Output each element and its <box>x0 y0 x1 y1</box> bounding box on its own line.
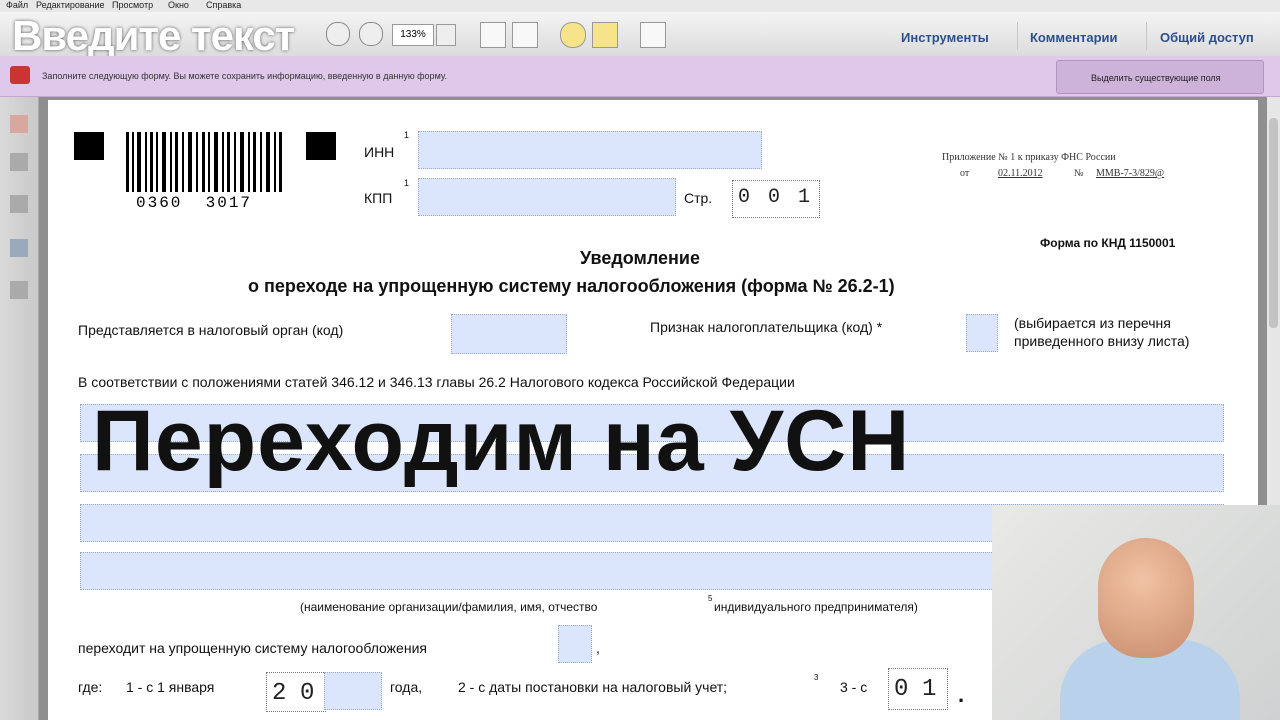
fit-width-icon[interactable] <box>512 22 538 48</box>
taxpayer-note: приведенного внизу листа) <box>1014 333 1190 349</box>
comment-icon[interactable] <box>560 22 586 48</box>
transition-field[interactable] <box>558 625 592 663</box>
comments-link[interactable]: Комментарии <box>1030 30 1118 45</box>
page-label: Стр. <box>684 190 713 206</box>
toolbar-separator <box>1017 22 1018 50</box>
marker-square <box>74 132 104 160</box>
layers-icon[interactable] <box>10 239 28 257</box>
option-2: 2 - с даты постановки на налоговый учет; <box>458 679 728 695</box>
menu-help[interactable]: Справка <box>206 0 241 10</box>
page-digit: 1 <box>798 186 811 209</box>
menu-file[interactable]: Файл <box>6 0 28 10</box>
org-name-caption: (наименование организации/фамилия, имя, … <box>300 600 598 614</box>
option-1: 1 - с 1 января <box>126 679 215 695</box>
fit-page-icon[interactable] <box>480 22 506 48</box>
highlight-icon[interactable] <box>592 22 618 48</box>
kpp-field[interactable] <box>418 178 676 216</box>
form-title: Уведомление <box>580 248 701 268</box>
kpp-label: КПП <box>364 190 393 206</box>
inn-footnote: 1 <box>404 130 410 140</box>
navigation-panel <box>0 97 39 720</box>
month-digit: 0 <box>894 676 909 703</box>
zoom-field[interactable]: 133% <box>392 24 434 46</box>
appendix-number: ММВ-7-3/829@ <box>1096 168 1165 179</box>
transition-label: переходит на упрощенную систему налогооб… <box>78 640 427 656</box>
tools-link[interactable]: Инструменты <box>901 30 989 45</box>
appendix-date: 02.11.2012 <box>998 168 1043 179</box>
month-digit: 1 <box>922 676 937 703</box>
menu-edit[interactable]: Редактирование <box>36 0 105 10</box>
appendix-from: от <box>960 168 970 179</box>
accordance-text: В соответствии с положениями статей 346.… <box>78 374 795 390</box>
menu-view[interactable]: Просмотр <box>112 0 153 10</box>
form-icon <box>10 66 30 84</box>
appendix-text: Приложение № 1 к приказу ФНС России <box>942 152 1116 163</box>
inn-field[interactable] <box>418 131 762 169</box>
inn-label: ИНН <box>364 144 395 160</box>
taxpayer-sign-label: Признак налогоплательщика (код) * <box>650 319 883 335</box>
overlay-placeholder-text: Введите текст <box>12 12 295 59</box>
zoom-in-icon[interactable] <box>359 22 383 46</box>
where-label: где: <box>78 679 103 695</box>
toolbar-separator <box>1146 22 1147 50</box>
year-digit: 2 <box>272 680 287 707</box>
org-name-caption: индивидуального предпринимателя) <box>714 600 918 614</box>
copy-icon[interactable] <box>10 153 28 171</box>
form-subtitle: о переходе на упрощенную систему налогоо… <box>248 276 895 296</box>
year-digit: 0 <box>300 680 315 707</box>
barcode <box>126 132 286 192</box>
zoom-dropdown-icon[interactable] <box>436 24 456 46</box>
option-3: 3 - с <box>840 679 868 695</box>
pages-icon[interactable] <box>10 115 28 133</box>
form-knd: Форма по КНД 1150001 <box>1040 236 1176 250</box>
page-digit: 0 <box>768 186 781 209</box>
page-digit: 0 <box>738 186 751 209</box>
highlight-fields-button[interactable]: Выделить существующие поля <box>1056 60 1264 94</box>
footnote-3: 3 <box>814 673 819 682</box>
comma: , <box>596 640 600 656</box>
tax-organ-field[interactable] <box>451 314 567 354</box>
video-title-overlay: Переходим на УСН <box>92 393 911 489</box>
footnote-5: 5 <box>708 594 713 603</box>
form-message: Заполните следующую форму. Вы можете сох… <box>42 71 447 81</box>
dot: . <box>958 682 965 707</box>
barcode-number: 0360 3017 <box>136 194 253 212</box>
tax-organ-label: Представляется в налоговый орган (код) <box>78 322 344 338</box>
taxpayer-sign-field[interactable] <box>966 314 998 352</box>
signature-icon[interactable] <box>10 281 28 299</box>
kpp-footnote: 1 <box>404 178 410 188</box>
menu-window[interactable]: Окно <box>168 0 189 10</box>
share-link[interactable]: Общий доступ <box>1160 30 1254 45</box>
marker-square <box>306 132 336 160</box>
year-field[interactable] <box>324 672 382 710</box>
taxpayer-note: (выбирается из перечня <box>1014 315 1171 331</box>
fullscreen-icon[interactable] <box>640 22 666 48</box>
attachment-icon[interactable] <box>10 195 28 213</box>
zoom-out-icon[interactable] <box>326 22 350 46</box>
presenter-head <box>1098 538 1194 658</box>
scrollbar-thumb[interactable] <box>1269 118 1278 328</box>
menu-bar: Файл Редактирование Просмотр Окно Справк… <box>0 0 1280 12</box>
year-suffix: года, <box>390 679 423 695</box>
appendix-no: № <box>1074 168 1084 179</box>
